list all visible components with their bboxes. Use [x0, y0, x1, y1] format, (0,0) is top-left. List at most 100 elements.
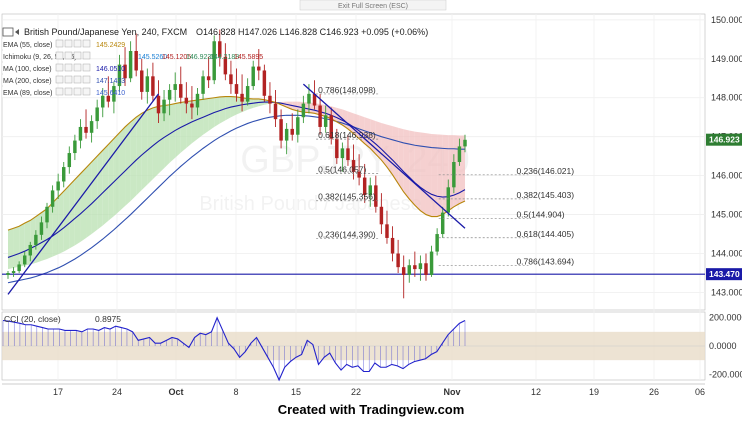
cloud-segment	[392, 126, 399, 184]
time-tick-label: 15	[291, 387, 301, 397]
candle-body	[284, 128, 289, 141]
candle-body	[173, 84, 177, 90]
legend-control-icon	[64, 51, 73, 60]
price-tick-label: 143.000	[711, 287, 742, 297]
legend-control-icon	[64, 87, 73, 96]
cci-value: 0.8975	[95, 314, 121, 324]
candle-body	[323, 115, 328, 127]
legend-control-icon	[82, 87, 91, 96]
candle-body	[50, 190, 55, 207]
candle-body	[34, 234, 38, 245]
candle-body	[262, 70, 267, 96]
cci-pane: CCI (20, close) 0.8975	[2, 314, 705, 382]
candle-body	[457, 146, 462, 162]
time-tick-label: Oct	[168, 387, 183, 397]
cloud-segment	[108, 138, 114, 221]
legend-control-icon	[55, 63, 64, 72]
price-tick-label: 144.000	[711, 249, 742, 259]
cci-tick-label: -200.0000	[709, 369, 742, 379]
cloud-segment	[8, 228, 14, 270]
legend-value: 145.6410	[96, 90, 125, 97]
legend-control-icon	[64, 63, 73, 72]
gbpjpy-chart: Exit Full Screen (ESC) GBPJPY, 240 Briti…	[1, 0, 742, 397]
candle-body	[151, 76, 155, 96]
cloud-segment	[403, 129, 410, 199]
cloud-segment	[102, 144, 109, 226]
candle-body	[56, 181, 60, 191]
cloud-segment	[113, 132, 120, 217]
candle-body	[340, 148, 345, 159]
candle-body	[6, 273, 10, 275]
legend-control-icon	[73, 39, 82, 48]
candle-body	[62, 167, 66, 182]
time-tick-label: 24	[112, 387, 122, 397]
candle-body	[201, 76, 205, 94]
candle-body	[162, 99, 166, 114]
time-tick-label: 17	[53, 387, 63, 397]
candle-body	[251, 66, 255, 87]
logo-icon	[2, 27, 14, 37]
candle-body	[89, 121, 94, 133]
fib-level-label: 0.786(143.694)	[516, 256, 574, 266]
cci-title: CCI (20, close)	[4, 314, 61, 324]
candle-body	[407, 265, 411, 275]
legend-control-icon	[73, 63, 82, 72]
candle-body	[290, 128, 294, 135]
legend-control-icon	[55, 51, 64, 60]
candle-body	[413, 265, 417, 270]
cci-tick-label: 200.0000	[709, 313, 742, 323]
time-tick-label: 19	[589, 387, 599, 397]
legend-control-icon	[55, 75, 64, 84]
legend-control-icon	[64, 39, 73, 48]
cloud-segment	[86, 162, 92, 238]
symbol-arrow-icon[interactable]	[15, 29, 19, 35]
candle-body	[195, 93, 200, 108]
candle-body	[22, 255, 27, 265]
candle-body	[78, 126, 83, 141]
candle-body	[45, 206, 49, 223]
price-tick-label: 150.000	[711, 15, 742, 25]
candle-body	[401, 267, 406, 275]
candle-body	[268, 95, 272, 104]
cloud-segment	[414, 131, 421, 211]
legend-control-icon	[73, 75, 82, 84]
price-tick-label: 146.000	[711, 171, 742, 181]
candle-body	[156, 95, 161, 114]
candle-body	[390, 237, 395, 254]
cloud-segment	[398, 127, 404, 192]
legend-label: EMA (89, close)	[3, 90, 52, 97]
exit-fullscreen-text: Exit Full Screen (ESC)	[338, 3, 408, 10]
last-price-label: 146.923	[709, 135, 740, 145]
legend-control-icon	[55, 39, 64, 48]
legend-value: 145.5895	[234, 54, 263, 61]
candle-body	[346, 148, 350, 161]
fib-level-label: 0.382(145.356)	[318, 192, 376, 202]
candle-body	[67, 153, 72, 168]
legend-control-icon	[55, 87, 64, 96]
candle-body	[11, 271, 16, 273]
candle-body	[379, 206, 384, 225]
candle-body	[167, 89, 172, 100]
candle-body	[234, 84, 239, 94]
candle-body	[84, 126, 88, 133]
candle-body	[240, 93, 244, 102]
candle-body	[73, 140, 77, 154]
time-tick-label: 26	[649, 387, 659, 397]
fib-level-label: 0.236(144.390)	[318, 229, 376, 239]
cloud-segment	[431, 133, 438, 217]
candle-body	[101, 95, 105, 108]
symbol-title[interactable]: British Pound/Japanese Yen, 240, FXCM	[24, 27, 187, 37]
candle-body	[318, 105, 322, 127]
cloud-segment	[375, 121, 382, 161]
time-tick-label: Nov	[443, 387, 460, 397]
candle-body	[307, 93, 311, 104]
legend-control-icon	[64, 75, 73, 84]
legend-value: 145.2429	[96, 42, 125, 49]
candle-body	[279, 119, 283, 141]
candle-body	[446, 187, 451, 213]
time-tick-label: 8	[233, 387, 238, 397]
legend-value: 146.0510	[96, 66, 125, 73]
cloud-segment	[420, 132, 426, 215]
cloud-segment	[425, 133, 432, 217]
legend-control-icon	[73, 87, 82, 96]
